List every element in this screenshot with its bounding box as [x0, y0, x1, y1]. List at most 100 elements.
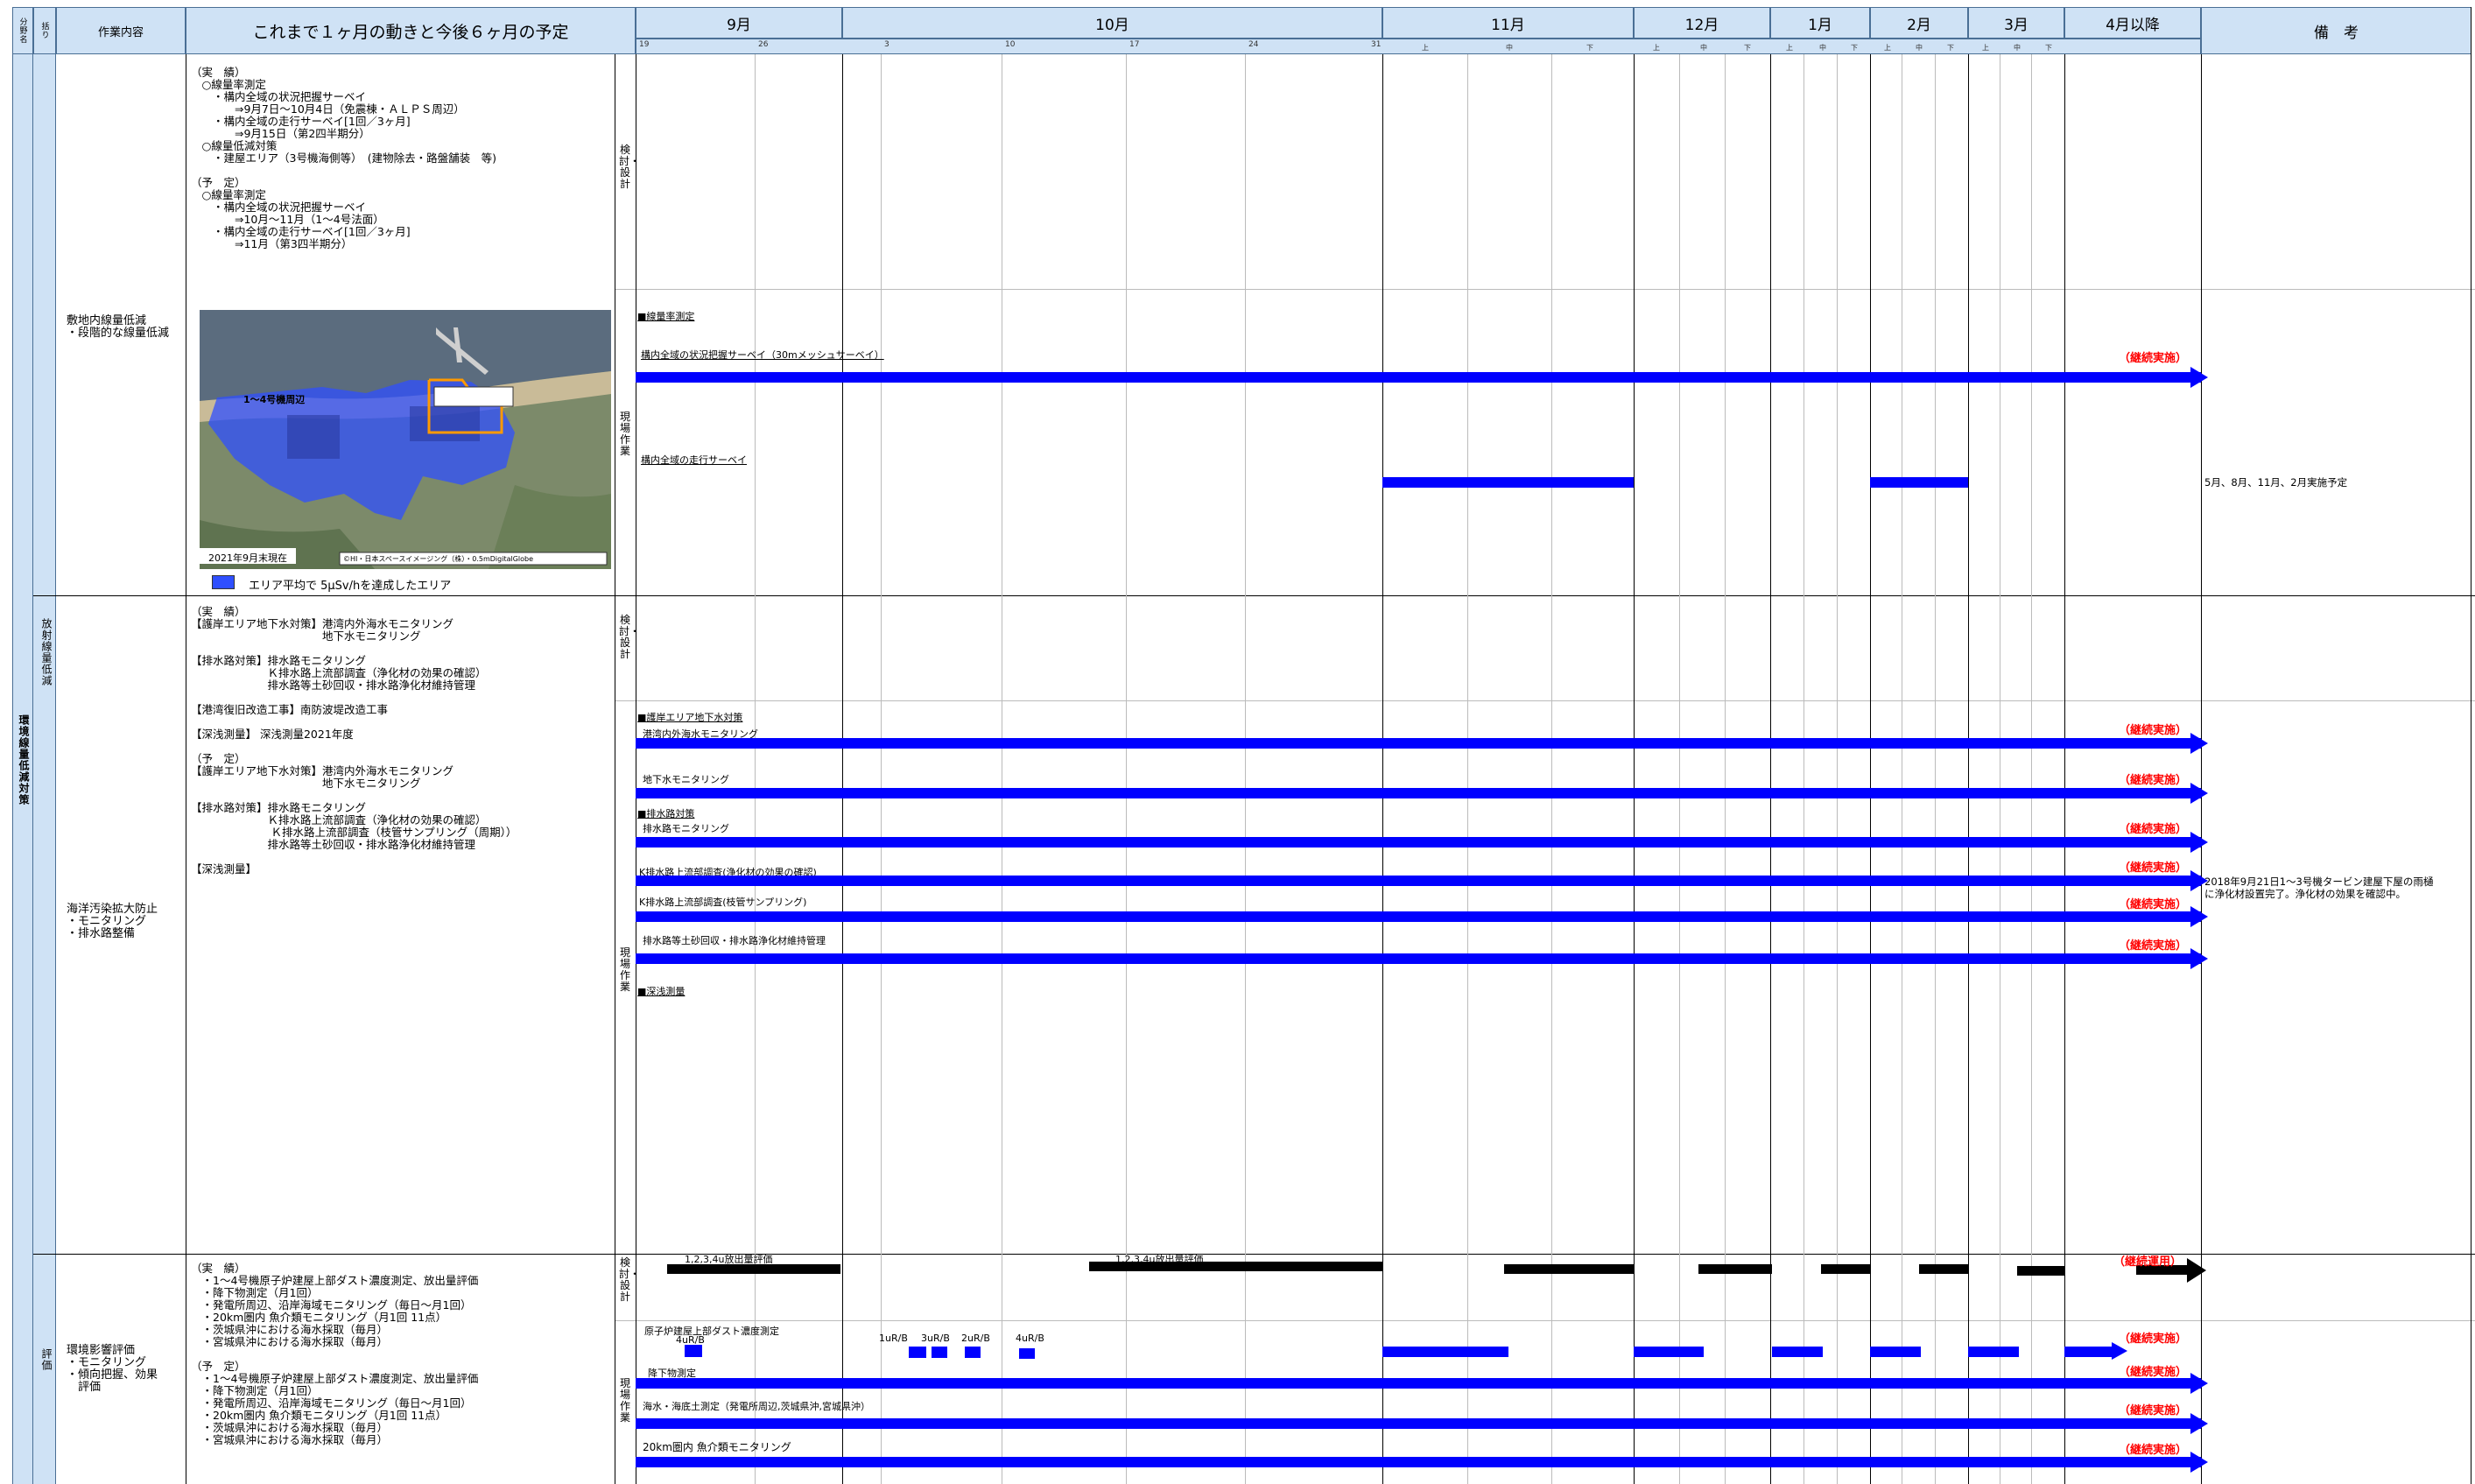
remark-text-1: 5月、8月、11月、2月実施予定 [2204, 476, 2348, 489]
month-label: 11月 [1491, 16, 1525, 34]
group-column [33, 54, 56, 1484]
schedule-bar [636, 788, 2201, 798]
col-border [1870, 54, 1871, 1484]
stage-divider [615, 1320, 2475, 1321]
day-label: 19 [639, 40, 650, 49]
stage-label-study: 検討・設計 [619, 1256, 641, 1303]
progress-text-2: （実 績） 【護岸エリア地下水対策】港湾内外海水モニタリング 地下水モニタリング… [191, 605, 517, 876]
task-site-dose-reduction: 敷地内線量低減 ・段階的な線量低減 [67, 314, 170, 340]
day-label: 3 [884, 40, 889, 49]
month-label: 3月 [2004, 16, 2029, 34]
schedule-bar [636, 738, 2201, 749]
dust-bar [965, 1347, 981, 1358]
week-line [1467, 54, 1468, 1484]
schedule-bar [1870, 1347, 1921, 1357]
dust-bar [685, 1345, 702, 1357]
schedule-bar [1382, 1347, 1508, 1357]
dust-bar [932, 1347, 947, 1358]
col-border [842, 54, 843, 1484]
sub-label: 上 [1786, 44, 1793, 52]
sub-label: 上 [1884, 44, 1891, 52]
arrow-icon [2190, 1373, 2208, 1394]
header-month-feb: 2月 [1870, 7, 1968, 39]
schedule-bar [636, 911, 2201, 922]
continued-label: （継続実施） [2119, 352, 2188, 365]
continued-label: （継続実施） [2119, 1333, 2188, 1346]
map-credit: ©HI・日本スペースイメージング（株）・0.5mDigitalGlobe [343, 555, 534, 563]
item-label: 海水・海底土測定（発電所周辺,茨城県沖,宮城県沖） [643, 1401, 870, 1412]
map-area-label: 1〜4号機周辺 [243, 394, 306, 405]
unit-label: 3uR/B [921, 1333, 950, 1344]
study-bar [2017, 1266, 2064, 1276]
continued-label: （継続実施） [2119, 898, 2188, 911]
month-label: 4月以降 [2106, 16, 2160, 34]
header-month-dec: 12月 [1634, 7, 1770, 39]
section-divider [33, 1254, 2475, 1255]
study-bar [1821, 1264, 1870, 1274]
item-label: K排水路上流部調査(枝管サンプリング) [639, 897, 807, 908]
header-progress-text: これまで１ヶ月の動きと今後６ヶ月の予定 [252, 22, 569, 42]
sub-label: 下 [1744, 44, 1751, 52]
sub-label: 中 [1916, 44, 1923, 52]
group-label: 放射線量低減 [40, 618, 53, 686]
section-divider [33, 595, 2475, 596]
day-label: 10 [1005, 40, 1016, 49]
stage-label-field: 現場作業 [619, 411, 630, 457]
schedule-bar [1772, 1347, 1823, 1357]
continued-label: （継続実施） [2119, 1366, 2188, 1379]
header-day-row [636, 39, 2201, 54]
header-month-apr: 4月以降 [2064, 7, 2201, 39]
continued-label: （継続実施） [2119, 1404, 2188, 1417]
stage-divider [615, 289, 2475, 290]
dust-bar [909, 1347, 926, 1358]
item-header: ■深浅測量 [637, 986, 686, 997]
schedule-bar [636, 1457, 2201, 1467]
sub-label: 上 [1653, 44, 1660, 52]
continued-label: （継続実施） [2119, 939, 2188, 953]
continued-label: （継続実施） [2119, 823, 2188, 836]
arrow-icon [2190, 783, 2208, 804]
schedule-bar [1870, 477, 1968, 488]
month-label: 2月 [1907, 16, 1931, 34]
arrow-icon [2190, 1413, 2208, 1434]
continued-op-label: （継続運用） [2113, 1255, 2183, 1269]
sub-label: 上 [1982, 44, 1989, 52]
arrow-icon [2190, 906, 2208, 927]
week-line [1679, 54, 1680, 1484]
month-label: 1月 [1808, 16, 1832, 34]
item-label: 構内全域の走行サーベイ [641, 454, 747, 466]
header-progress: これまで１ヶ月の動きと今後６ヶ月の予定 [186, 7, 636, 54]
day-label: 17 [1129, 40, 1140, 49]
item-header: ■線量率測定 [637, 311, 695, 322]
remark-text-2: 2018年9月21日1〜3号機タービン建屋下屋の雨樋 に浄化材設置完了。浄化材の… [2204, 876, 2434, 900]
arrow-icon [2190, 367, 2208, 388]
header-month-oct: 10月 [842, 7, 1382, 39]
header-month-sep: 9月 [636, 7, 842, 39]
header-work-content: 作業内容 [56, 7, 186, 54]
day-label: 26 [758, 40, 769, 49]
item-label: 20km圏内 魚介類モニタリング [643, 1441, 791, 1453]
stage-label-field: 現場作業 [619, 1377, 630, 1424]
item-label: 排水路モニタリング [643, 823, 729, 834]
continued-label: （継続実施） [2119, 774, 2188, 787]
sub-label: 下 [2045, 44, 2052, 52]
continued-label: （継続実施） [2119, 862, 2188, 875]
header-month-jan: 1月 [1770, 7, 1870, 39]
schedule-bar [636, 1378, 2201, 1389]
day-label: 31 [1371, 40, 1382, 49]
schedule-bar [636, 876, 2201, 886]
item-header: ■護岸エリア地下水対策 [637, 712, 743, 723]
aerial-map: 1〜4号機周辺 2021年9月末現在 ©HI・日本スペースイメージング（株）・0… [200, 310, 611, 569]
sub-label: 中 [1819, 44, 1826, 52]
sub-label: 下 [1586, 44, 1593, 52]
sub-label: 中 [1700, 44, 1707, 52]
item-label: 地下水モニタリング [643, 774, 729, 785]
study-bar [667, 1264, 840, 1274]
schedule-bar [636, 372, 2201, 383]
sub-label: 下 [1851, 44, 1858, 52]
sub-label: 上 [1422, 44, 1429, 52]
progress-text-3: （実 績） ・1〜4号機原子炉建屋上部ダスト濃度測定、放出量評価 ・降下物測定（… [191, 1262, 479, 1446]
continued-label: （継続実施） [2119, 724, 2188, 737]
col-border [1968, 54, 1969, 1484]
dust-bar [1019, 1348, 1035, 1359]
